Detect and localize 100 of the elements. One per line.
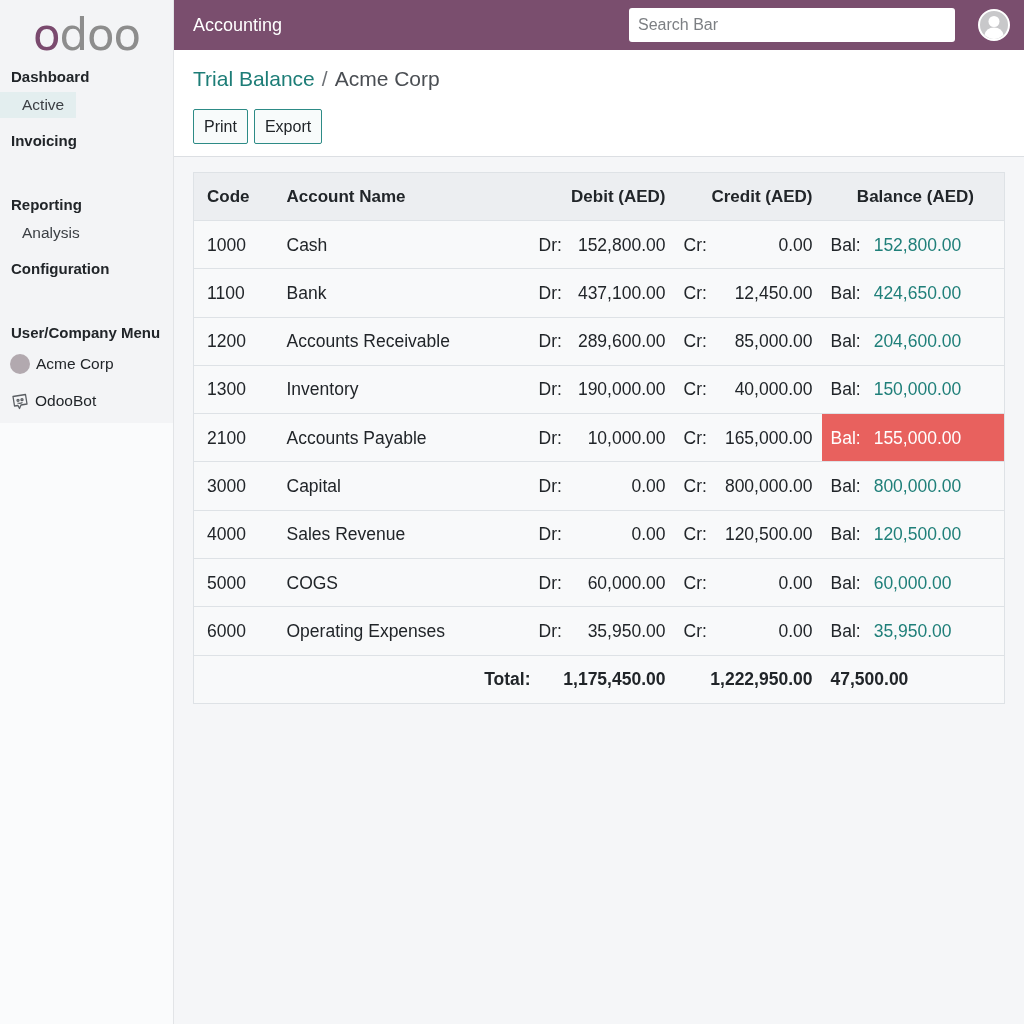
debit-amount: 0.00 <box>631 523 666 547</box>
credit-amount: 0.00 <box>778 619 813 643</box>
account-name: Accounts Receivable <box>273 317 531 366</box>
robot-icon <box>10 392 29 410</box>
debit-label: Dr: <box>538 378 562 402</box>
breadcrumb-link[interactable]: Trial Balance <box>193 65 315 93</box>
account-name: Bank <box>273 268 531 318</box>
sidebar-heading[interactable]: Configuration <box>0 258 173 280</box>
credit-amount: 120,500.00 <box>724 523 813 547</box>
debit-amount: 35,950.00 <box>587 619 666 643</box>
account-code: 3000 <box>193 462 274 511</box>
credit-label: Cr: <box>683 330 707 354</box>
balance-amount: 424,650.00 <box>873 281 962 305</box>
app-title: Accounting <box>193 13 283 37</box>
sidebar-item[interactable]: Active <box>0 92 77 118</box>
column-header[interactable]: Debit (AED) <box>530 172 678 221</box>
sidebar-heading[interactable]: Invoicing <box>0 130 173 152</box>
debit-label: Dr: <box>538 571 562 595</box>
credit-label: Cr: <box>683 475 707 498</box>
balance-label: Bal: <box>830 233 861 257</box>
account-code: 4000 <box>193 510 274 559</box>
sidebar-heading[interactable]: Dashboard <box>0 66 173 88</box>
total-balance: 47,500.00 <box>830 669 909 690</box>
balance-amount: 35,950.00 <box>873 619 952 643</box>
print-button[interactable]: Print <box>193 109 248 144</box>
balance-label: Bal: <box>830 281 861 305</box>
debit-label: Dr: <box>538 426 562 450</box>
account-code: 1100 <box>193 268 274 318</box>
search-field[interactable]: Search Bar <box>629 8 955 42</box>
balance-label: Bal: <box>830 330 861 354</box>
credit-label: Cr: <box>683 571 707 595</box>
account-code: 5000 <box>193 558 274 607</box>
column-header[interactable]: Balance (AED) <box>821 172 1005 221</box>
debit-amount: 0.00 <box>631 475 666 498</box>
debit-label: Dr: <box>538 619 562 643</box>
credit-label: Cr: <box>683 281 707 305</box>
credit-label: Cr: <box>683 426 707 450</box>
account-name: Inventory <box>273 365 531 414</box>
column-header[interactable]: Code <box>193 172 274 221</box>
credit-amount: 0.00 <box>778 233 813 257</box>
total-label: Total: <box>484 669 531 690</box>
credit-label: Cr: <box>683 619 707 643</box>
debit-label: Dr: <box>538 281 562 305</box>
debit-label: Dr: <box>538 523 562 547</box>
account-code: 6000 <box>193 606 274 656</box>
menu-heading: User/Company Menu <box>10 323 162 343</box>
account-name: COGS <box>273 558 531 607</box>
balance-amount: 204,600.00 <box>873 330 962 354</box>
credit-amount: 85,000.00 <box>734 330 813 354</box>
export-button[interactable]: Export <box>253 109 323 144</box>
credit-label: Cr: <box>683 523 707 547</box>
sidebar-heading[interactable]: Reporting <box>0 194 173 216</box>
debit-amount: 437,100.00 <box>577 281 666 305</box>
account-name: Capital <box>273 462 531 511</box>
debit-label: Dr: <box>538 475 562 498</box>
account-name: Operating Expenses <box>273 606 531 656</box>
account-code: 1200 <box>193 317 274 366</box>
column-header[interactable]: Account Name <box>273 172 531 221</box>
account-name: Sales Revenue <box>273 510 531 559</box>
credit-label: Cr: <box>683 378 707 402</box>
balance-label: Bal: <box>830 426 861 450</box>
debit-label: Dr: <box>538 330 562 354</box>
balance-amount: 150,000.00 <box>873 378 962 402</box>
account-name: Accounts Payable <box>273 413 531 462</box>
balance-label: Bal: <box>830 523 861 547</box>
user-menu-item[interactable]: OdooBot <box>0 390 107 412</box>
balance-label: Bal: <box>830 475 861 498</box>
credit-amount: 800,000.00 <box>724 475 813 498</box>
debit-amount: 152,800.00 <box>577 233 666 257</box>
column-header[interactable]: Credit (AED) <box>677 172 822 221</box>
credit-amount: 0.00 <box>778 571 813 595</box>
balance-amount: 60,000.00 <box>873 571 952 595</box>
account-code: 1000 <box>193 220 274 269</box>
credit-amount: 165,000.00 <box>724 426 813 450</box>
account-name: Cash <box>273 220 531 269</box>
credit-amount: 12,450.00 <box>734 281 813 305</box>
user-menu-item[interactable]: Acme Corp <box>0 353 124 375</box>
user-avatar-icon[interactable] <box>978 9 1010 41</box>
logo: odoo <box>32 12 141 58</box>
balance-amount: 152,800.00 <box>873 233 962 257</box>
balance-amount: 120,500.00 <box>873 523 962 547</box>
account-code: 2100 <box>193 413 274 462</box>
credit-label: Cr: <box>683 233 707 257</box>
total-debit: 1,175,450.00 <box>563 669 666 690</box>
debit-amount: 10,000.00 <box>587 426 666 450</box>
breadcrumb-current: Acme Corp <box>334 66 440 92</box>
balance-label: Bal: <box>830 571 861 595</box>
balance-label: Bal: <box>830 378 861 402</box>
balance-label: Bal: <box>830 619 861 643</box>
debit-amount: 190,000.00 <box>577 378 666 402</box>
debit-amount: 289,600.00 <box>577 330 666 354</box>
account-code: 1300 <box>193 365 274 414</box>
breadcrumb-separator: / <box>321 66 328 92</box>
balance-amount: 800,000.00 <box>873 475 962 498</box>
total-credit: 1,222,950.00 <box>710 669 813 690</box>
debit-amount: 60,000.00 <box>587 571 666 595</box>
sidebar-item[interactable]: Analysis <box>0 220 92 246</box>
avatar-circle-icon <box>10 354 30 374</box>
balance-amount: 155,000.00 <box>873 426 962 450</box>
debit-label: Dr: <box>538 233 562 257</box>
